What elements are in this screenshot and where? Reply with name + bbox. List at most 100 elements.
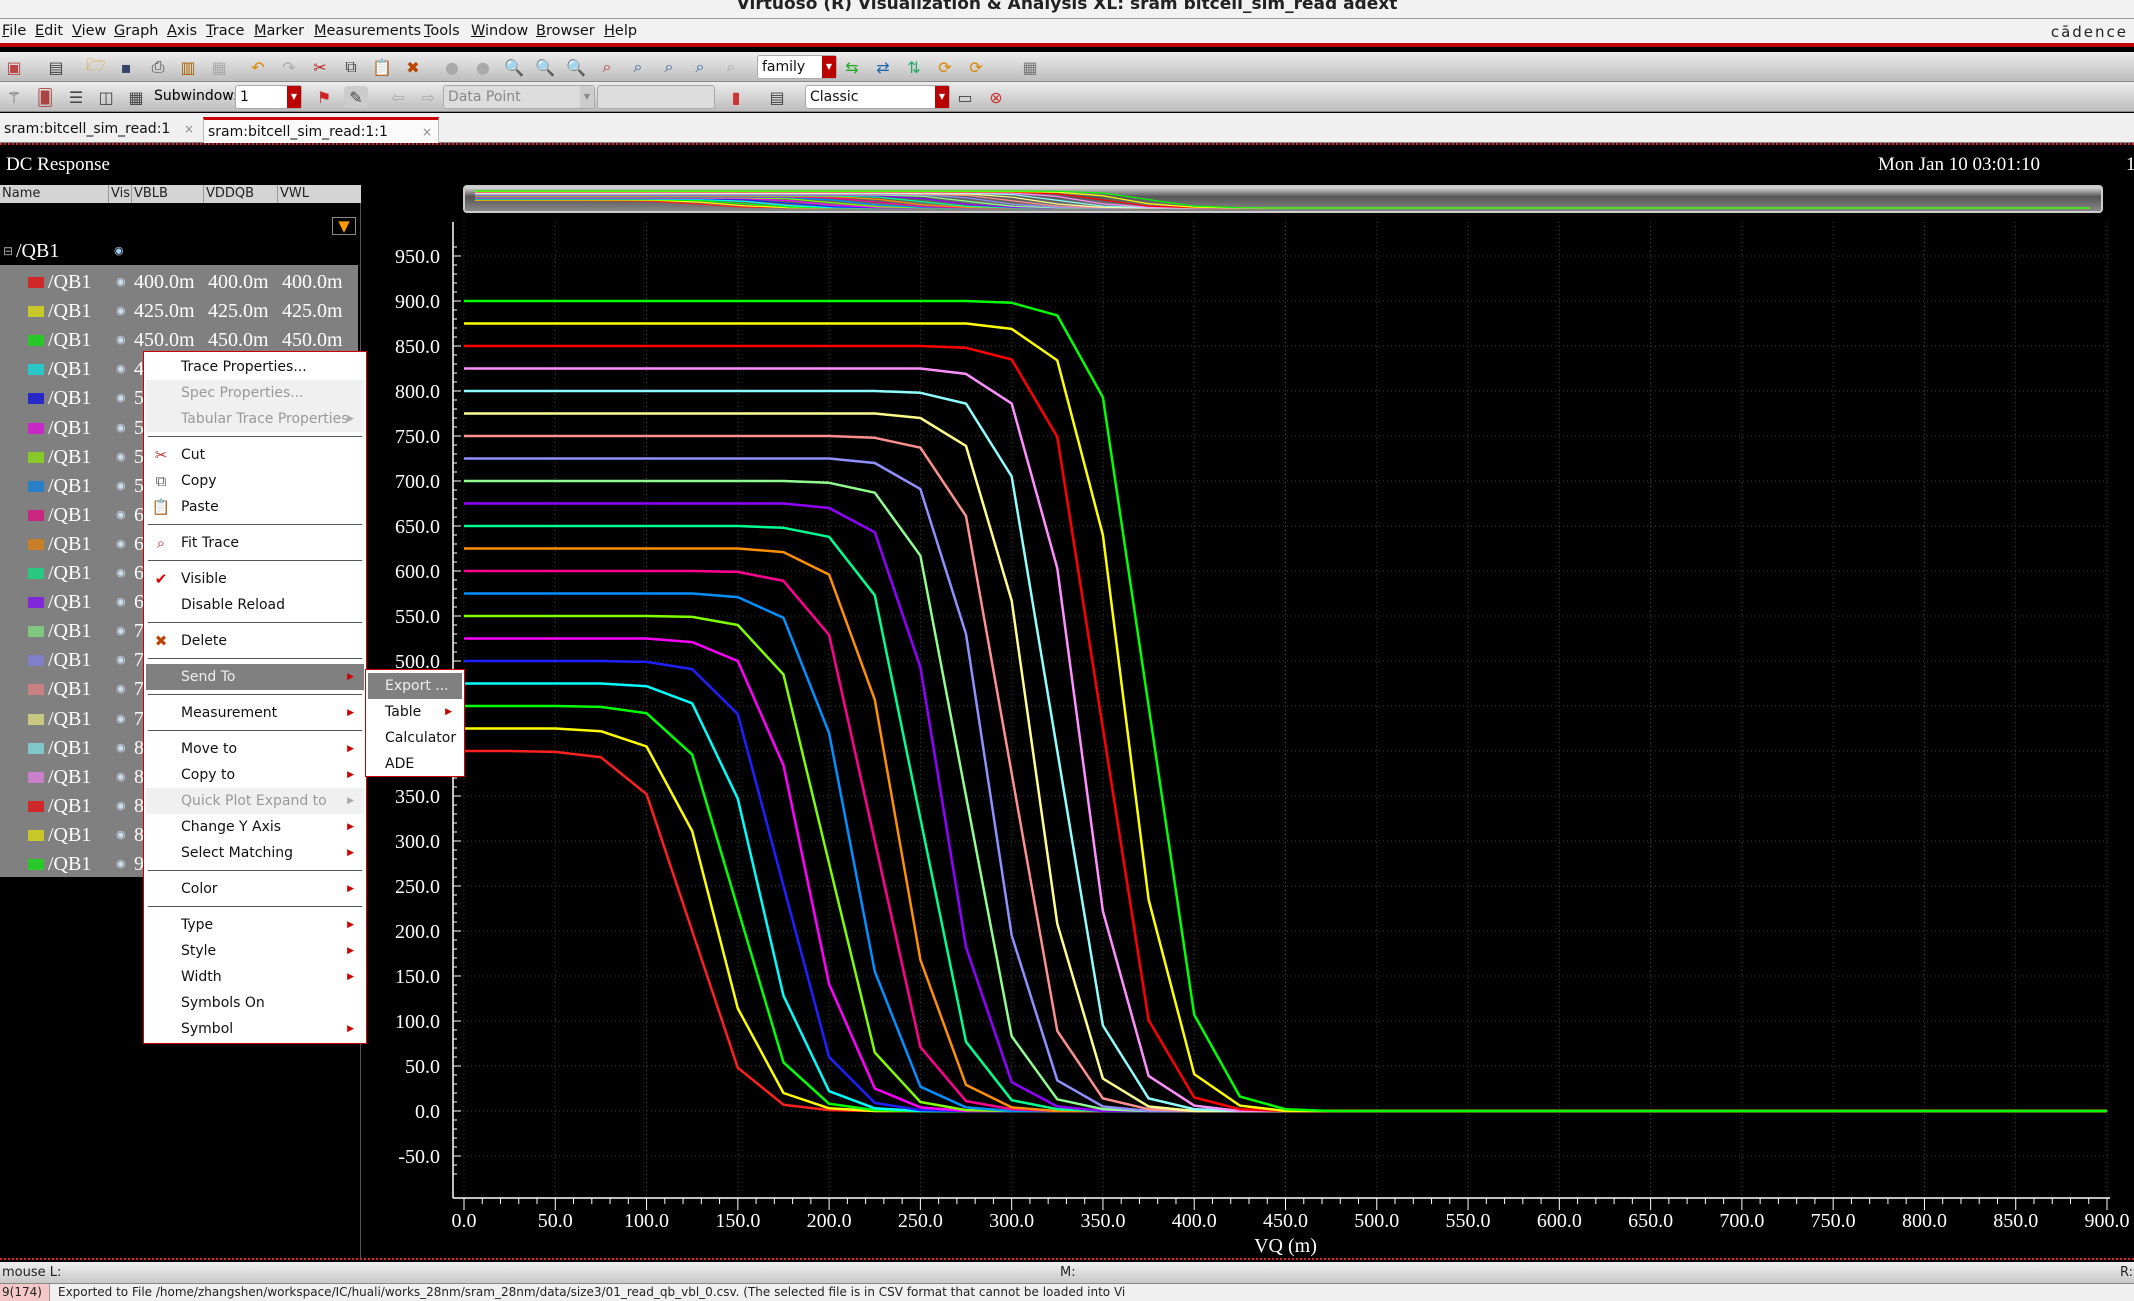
y-tick-label: 300.0: [395, 831, 440, 853]
column-vwl[interactable]: VWL: [277, 185, 309, 203]
submenu-arrow-icon: ▶: [347, 1024, 354, 1034]
column-name[interactable]: Name: [0, 185, 40, 203]
trace-name: /QB1: [48, 358, 92, 381]
trace-name: /QB1: [48, 387, 92, 410]
menu-separator: [148, 730, 362, 731]
eye-icon[interactable]: ◉: [116, 268, 126, 297]
eye-icon[interactable]: ◉: [116, 297, 126, 326]
eye-icon[interactable]: ◉: [116, 588, 126, 617]
eye-icon[interactable]: ◉: [116, 792, 126, 821]
menu-item-export[interactable]: Export ...: [368, 673, 462, 699]
collapse-icon[interactable]: ⊟: [3, 237, 13, 266]
eye-icon[interactable]: ◉: [114, 237, 124, 266]
trace-color-swatch: [28, 655, 44, 667]
eye-icon[interactable]: ◉: [116, 443, 126, 472]
trace-line-7[interactable]: [464, 592, 2107, 1113]
menu-item-tabular-trace-properties[interactable]: Tabular Trace Properties ▶: [146, 406, 364, 432]
menu-item-style[interactable]: Style ▶: [146, 938, 364, 964]
column-vddqb[interactable]: VDDQB: [203, 185, 254, 203]
trace-name: /QB1: [48, 271, 92, 293]
trace-line-12[interactable]: [464, 479, 2107, 1113]
eye-icon[interactable]: ◉: [116, 530, 126, 559]
trace-name: /QB1: [48, 300, 92, 323]
trace-name: /QB1: [48, 329, 92, 352]
plot-header-cut-text: 1: [2126, 154, 2134, 175]
menu-item-paste[interactable]: 📋 Paste: [146, 494, 364, 520]
menu-item-move-to[interactable]: Move to ▶: [146, 736, 364, 762]
trace-panel-header: Name Vis VBLB VDDQB VWL: [0, 185, 361, 203]
trace-group-row[interactable]: ⊟ /QB1 ◉: [0, 237, 358, 266]
eye-icon[interactable]: ◉: [116, 646, 126, 675]
eye-icon[interactable]: ◉: [116, 559, 126, 588]
eye-icon[interactable]: ◉: [116, 821, 126, 850]
y-tick-label: 650.0: [395, 516, 440, 538]
y-tick-label: 750.0: [395, 426, 440, 448]
trace-row[interactable]: /QB1 ◉ 425.0m 425.0m 425.0m: [0, 297, 358, 326]
menu-item-copy[interactable]: ⧉ Copy: [146, 468, 364, 494]
menu-item-type[interactable]: Type ▶: [146, 912, 364, 938]
menu-item-delete[interactable]: ✖ Delete: [146, 628, 364, 654]
menu-item-copy-to[interactable]: Copy to ▶: [146, 762, 364, 788]
overview-scrollbar[interactable]: [463, 185, 2103, 213]
trace-vddqb-value: 425.0m: [208, 300, 269, 323]
trace-color-swatch: [28, 393, 44, 405]
filter-icon[interactable]: ▼: [332, 217, 356, 235]
menu-item-change-y-axis[interactable]: Change Y Axis ▶: [146, 814, 364, 840]
eye-icon[interactable]: ◉: [116, 384, 126, 413]
trace-line-18[interactable]: [464, 344, 2107, 1113]
menu-item-fit-trace[interactable]: ⌕ Fit Trace: [146, 530, 364, 556]
x-tick-label: 650.0: [1628, 1210, 1673, 1232]
trace-name: /QB1: [48, 445, 92, 468]
menu-item-disable-reload[interactable]: Disable Reload: [146, 592, 364, 618]
trace-line-19[interactable]: [464, 322, 2107, 1113]
eye-icon[interactable]: ◉: [116, 763, 126, 792]
menu-item-select-matching[interactable]: Select Matching ▶: [146, 840, 364, 866]
menu-item-visible[interactable]: ✔ Visible: [146, 566, 364, 592]
trace-line-13[interactable]: [464, 457, 2107, 1113]
menu-item-trace-properties[interactable]: Trace Properties...: [146, 354, 364, 380]
menu-item-ade[interactable]: ADE: [368, 751, 462, 777]
y-tick-label: 100.0: [395, 1011, 440, 1033]
eye-icon[interactable]: ◉: [116, 705, 126, 734]
eye-icon[interactable]: ◉: [116, 734, 126, 763]
trace-color-swatch: [28, 626, 44, 638]
trace-line-14[interactable]: [464, 434, 2107, 1113]
trace-line-1[interactable]: [464, 727, 2107, 1113]
x-tick-label: 350.0: [1080, 1210, 1125, 1232]
submenu-arrow-icon: ▶: [347, 744, 354, 754]
menu-item-measurement[interactable]: Measurement ▶: [146, 700, 364, 726]
y-tick-label: 250.0: [395, 876, 440, 898]
trace-row[interactable]: /QB1 ◉ 400.0m 400.0m 400.0m: [0, 268, 358, 297]
trace-name: /QB1: [48, 416, 92, 439]
menu-item-send-to[interactable]: Send To ▶: [146, 664, 364, 690]
checkmark-icon: ✔: [154, 570, 168, 588]
menu-item-spec-properties[interactable]: Spec Properties...: [146, 380, 364, 406]
eye-icon[interactable]: ◉: [116, 850, 126, 879]
menu-item-quick-plot-expand-to[interactable]: Quick Plot Expand to ▶: [146, 788, 364, 814]
submenu-arrow-icon: ▶: [347, 796, 354, 806]
column-vis[interactable]: Vis: [108, 185, 130, 203]
menu-item-label: Color: [181, 881, 218, 897]
menu-item-table[interactable]: Table ▶: [368, 699, 462, 725]
x-tick-label: 100.0: [624, 1210, 669, 1232]
y-tick-label: 150.0: [395, 966, 440, 988]
eye-icon[interactable]: ◉: [116, 326, 126, 355]
menu-item-cut[interactable]: ✂ Cut: [146, 442, 364, 468]
menu-item-label: Copy: [181, 473, 217, 489]
eye-icon[interactable]: ◉: [116, 355, 126, 384]
eye-icon[interactable]: ◉: [116, 414, 126, 443]
eye-icon[interactable]: ◉: [116, 675, 126, 704]
menu-item-calculator[interactable]: Calculator: [368, 725, 462, 751]
menu-item-label: Fit Trace: [181, 535, 240, 551]
menu-separator: [148, 524, 362, 525]
eye-icon[interactable]: ◉: [116, 617, 126, 646]
eye-icon[interactable]: ◉: [116, 501, 126, 530]
menu-item-symbols-on[interactable]: Symbols On: [146, 990, 364, 1016]
menu-item-width[interactable]: Width ▶: [146, 964, 364, 990]
menu-item-color[interactable]: Color ▶: [146, 876, 364, 902]
submenu-arrow-icon: ▶: [347, 848, 354, 858]
column-vblb[interactable]: VBLB: [131, 185, 168, 203]
trace-name: /QB1: [48, 474, 92, 497]
menu-item-symbol[interactable]: Symbol ▶: [146, 1016, 364, 1042]
eye-icon[interactable]: ◉: [116, 472, 126, 501]
